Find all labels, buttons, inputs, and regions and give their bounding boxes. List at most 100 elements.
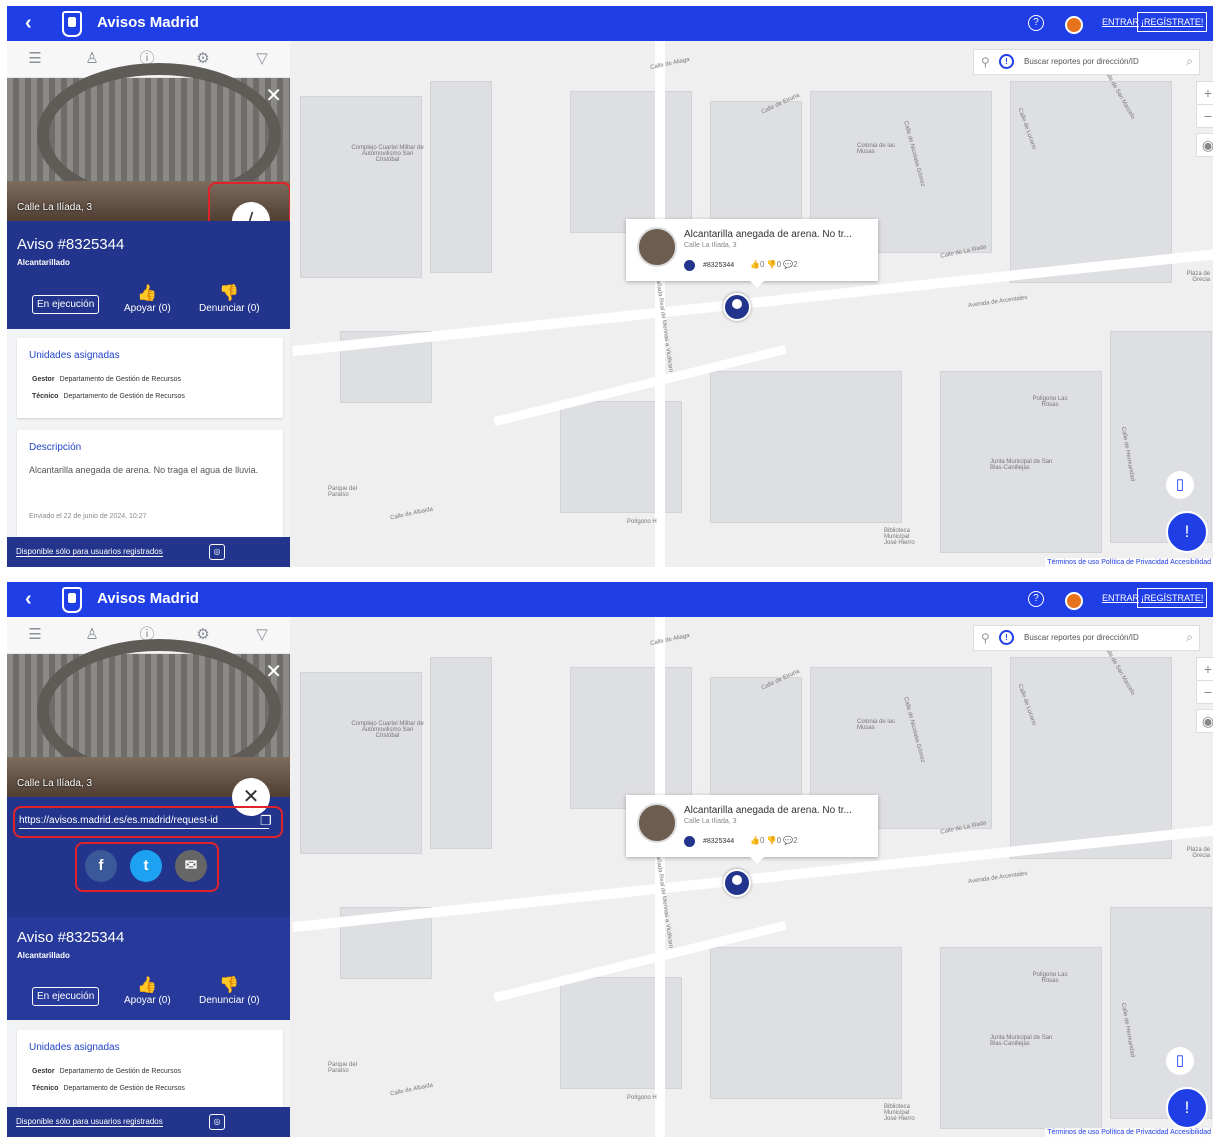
map-label: Colonia de las Musas	[857, 719, 896, 731]
top-bar: ‹ Avisos Madrid ? ENTRAR ¡REGÍSTRATE!	[7, 6, 1213, 41]
zoom-out-button[interactable]: −	[1196, 680, 1213, 704]
report-marker[interactable]	[723, 869, 751, 897]
report-abuse-button[interactable]: 👎 Denunciar (0)	[199, 283, 260, 314]
support-button[interactable]: 👍 Apoyar (0)	[124, 283, 171, 314]
thumb-down-icon: 👎	[219, 285, 240, 302]
top-bar: ‹ Avisos Madrid ? ENTRAR ¡REGÍSTRATE!	[7, 582, 1213, 617]
locate-me-icon[interactable]: ◉	[1196, 709, 1213, 733]
zoom-in-button[interactable]: +	[1196, 657, 1213, 681]
map-label: Polígono H	[627, 519, 657, 525]
report-abuse-button[interactable]: 👎 Denunciar (0)	[199, 975, 260, 1006]
popup-id: #8325344	[703, 838, 735, 845]
language-icon[interactable]	[1065, 16, 1083, 34]
map-label: Junta Municipal de San Blas-Canillejas	[990, 459, 1053, 471]
map-footer-links[interactable]: Términos de uso Política de Privacidad A…	[1045, 558, 1213, 567]
back-icon[interactable]: ‹	[25, 588, 32, 611]
language-icon[interactable]	[1065, 592, 1083, 610]
search-input[interactable]: Buscar reportes por dirección/ID	[1024, 633, 1139, 642]
filter-icon[interactable]: ▽	[252, 49, 272, 69]
tecnico-row: Técnico Departamento de Gestión de Recurs…	[32, 393, 185, 400]
popup-title: Alcantarilla anegada de arena. No tr...	[684, 805, 852, 816]
sent-date: Enviado el 22 de junio de 2024, 10:27	[29, 513, 147, 520]
status-badge: En ejecución	[32, 295, 100, 314]
help-icon[interactable]: ?	[1028, 15, 1044, 31]
filter-icon[interactable]: ▽	[252, 625, 272, 645]
mobile-app-icon[interactable]: ▯	[1166, 1047, 1194, 1075]
screen-before-share: ‹ Avisos Madrid ? ENTRAR ¡REGÍSTRATE! ☰ …	[7, 6, 1213, 567]
zoom-out-button[interactable]: −	[1196, 104, 1213, 128]
gestor-row: Gestor Departamento de Gestión de Recurso…	[32, 1068, 181, 1075]
search-icon[interactable]: ⌕	[1186, 630, 1193, 645]
registered-only-note: Disponible sólo para usuarios registrado…	[16, 1117, 163, 1127]
map-label: Junta Municipal de San Blas-Canillejas	[990, 1035, 1053, 1047]
highlight-url	[13, 806, 283, 838]
help-icon[interactable]: ?	[1028, 591, 1044, 607]
map[interactable]: Calle de Aliaga Calle de Etruria Complej…	[290, 617, 1213, 1137]
camera-icon[interactable]: ◎	[209, 544, 225, 560]
report-title: Aviso #8325344	[17, 236, 125, 253]
mobile-app-icon[interactable]: ▯	[1166, 471, 1194, 499]
list-icon[interactable]: ☰	[7, 49, 63, 81]
location-pin-icon[interactable]: ⚲	[981, 631, 990, 645]
map-label: Polígono Las Rosas	[1032, 972, 1068, 984]
popup-thumbnail	[637, 803, 677, 843]
map-label: Polígono H	[627, 1095, 657, 1101]
registered-only-note: Disponible sólo para usuarios registrado…	[16, 547, 163, 557]
report-category: Alcantarillado	[17, 258, 70, 267]
map-label: Calle de Albaida	[389, 506, 434, 522]
report-marker[interactable]	[723, 293, 751, 321]
back-icon[interactable]: ‹	[25, 12, 32, 35]
report-popup[interactable]: Alcantarilla anegada de arena. No tr... …	[626, 795, 878, 864]
popup-title: Alcantarilla anegada de arena. No tr...	[684, 229, 852, 240]
app-title: Avisos Madrid	[97, 590, 199, 607]
user-icon[interactable]: ♙	[82, 49, 102, 69]
report-header: Aviso #8325344 Alcantarillado En ejecuci…	[7, 221, 290, 329]
map-label: Plaza de Grecia	[1186, 847, 1210, 859]
report-photo: ✕ Calle La Ilíada, 3 ⟨	[7, 63, 290, 256]
map-label: Parque del Paraíso	[328, 1062, 358, 1074]
locate-me-icon[interactable]: ◉	[1196, 133, 1213, 157]
login-link[interactable]: ENTRAR	[1102, 17, 1139, 27]
category-icon	[684, 260, 695, 271]
description-title: Descripción	[29, 442, 82, 453]
location-pin-icon[interactable]: ⚲	[981, 55, 990, 69]
map-footer-links[interactable]: Términos de uso Política de Privacidad A…	[1045, 1128, 1213, 1137]
register-button[interactable]: ¡REGÍSTRATE!	[1137, 12, 1208, 32]
map-label: Polígono Las Rosas	[1032, 396, 1068, 408]
close-icon[interactable]: ✕	[265, 83, 282, 108]
report-filter-icon[interactable]: !	[999, 54, 1014, 69]
new-report-button[interactable]: !	[1166, 1087, 1208, 1129]
report-panel: ☰ ♙ ⓘ ⚙ ▽ ✕ Calle La Ilíada, 3 ⟨ Aviso #…	[7, 41, 290, 567]
map-label: Colonia de las Musas	[857, 143, 896, 155]
search-bar: ⚲ ! Buscar reportes por dirección/ID ⌕	[973, 625, 1200, 651]
zoom-in-button[interactable]: +	[1196, 81, 1213, 105]
report-category: Alcantarillado	[17, 951, 70, 960]
map-label: Biblioteca Municipal José Hierro	[884, 1104, 915, 1122]
thumb-down-icon: 👎	[219, 977, 240, 994]
search-bar: ⚲ ! Buscar reportes por dirección/ID ⌕	[973, 49, 1200, 75]
map-label: Complejo Cuartel Militar de Automovilism…	[351, 145, 424, 163]
new-report-button[interactable]: !	[1166, 511, 1208, 553]
camera-icon[interactable]: ◎	[209, 1114, 225, 1130]
close-icon[interactable]: ✕	[265, 659, 282, 684]
list-icon[interactable]: ☰	[7, 625, 63, 657]
login-link[interactable]: ENTRAR	[1102, 593, 1139, 603]
search-input[interactable]: Buscar reportes por dirección/ID	[1024, 57, 1139, 66]
report-title: Aviso #8325344	[17, 929, 125, 946]
app-title: Avisos Madrid	[97, 14, 199, 31]
category-icon	[684, 836, 695, 847]
register-button[interactable]: ¡REGÍSTRATE!	[1137, 588, 1208, 608]
photo-street-label: Calle La Ilíada, 3	[17, 778, 93, 789]
map[interactable]: Calle de Aliaga Calle de Etruria Complej…	[290, 41, 1213, 567]
report-popup[interactable]: Alcantarilla anegada de arena. No tr... …	[626, 219, 878, 288]
support-button[interactable]: 👍 Apoyar (0)	[124, 975, 171, 1006]
popup-thumbnail	[637, 227, 677, 267]
share-panel: ✕ https://avisos.madrid.es/es.madrid/req…	[7, 778, 290, 917]
report-filter-icon[interactable]: !	[999, 630, 1014, 645]
user-icon[interactable]: ♙	[82, 625, 102, 645]
madrid-logo-icon	[62, 11, 82, 37]
madrid-logo-icon	[62, 587, 82, 613]
screen-share-open: ‹ Avisos Madrid ? ENTRAR ¡REGÍSTRATE! ☰ …	[7, 582, 1213, 1137]
search-icon[interactable]: ⌕	[1186, 54, 1193, 69]
map-label: Parque del Paraíso	[328, 486, 358, 498]
